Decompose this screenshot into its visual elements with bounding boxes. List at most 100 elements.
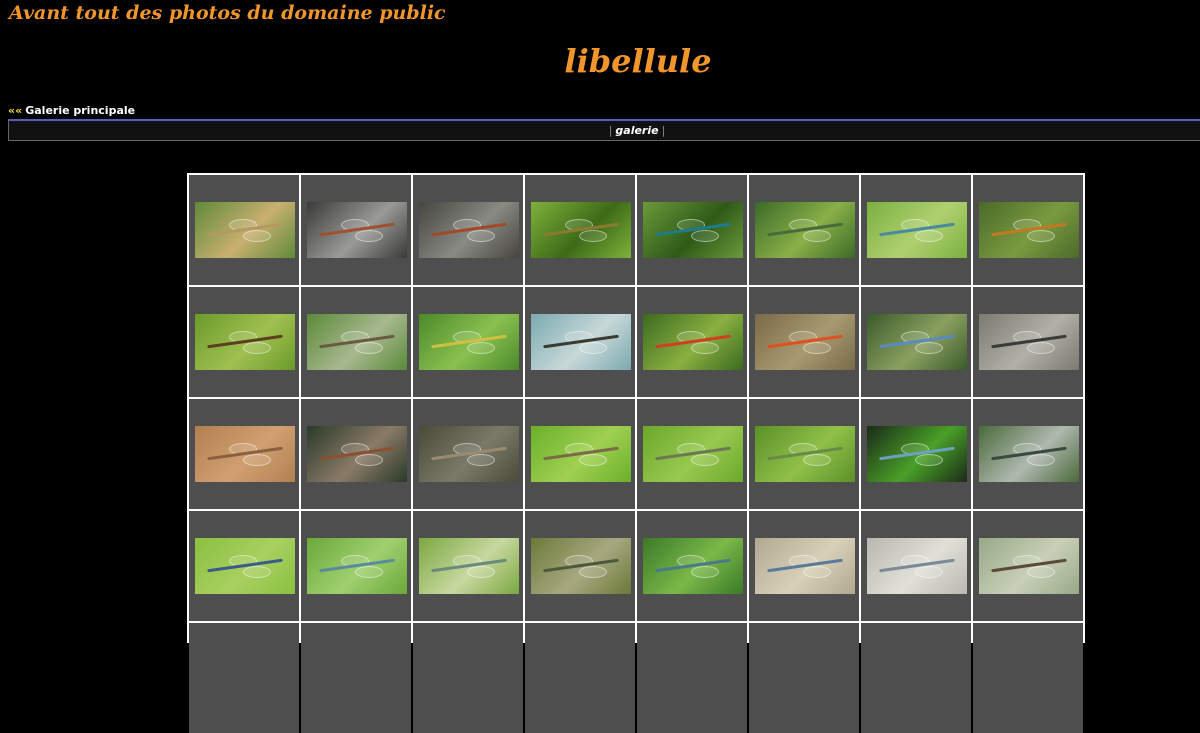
photo-thumbnail[interactable]: [307, 202, 407, 258]
photo-thumbnail[interactable]: [195, 538, 295, 594]
photo-thumbnail[interactable]: [755, 202, 855, 258]
gallery-cell: [637, 511, 747, 621]
dragonfly-wing-shape: [691, 454, 719, 466]
photo-thumbnail[interactable]: [195, 426, 295, 482]
photo-thumbnail[interactable]: [419, 426, 519, 482]
photo-thumbnail[interactable]: [979, 538, 1079, 594]
photo-thumbnail[interactable]: [979, 426, 1079, 482]
gallery-cell: [861, 511, 971, 621]
photo-thumbnail[interactable]: [307, 314, 407, 370]
dragonfly-wing-shape: [691, 566, 719, 578]
gallery-cell: [973, 511, 1083, 621]
dragonfly-wing-shape: [579, 566, 607, 578]
gallery-cell: [861, 399, 971, 509]
photo-thumbnail[interactable]: [531, 314, 631, 370]
dragonfly-wing-shape: [803, 566, 831, 578]
breadcrumb-separator: |: [661, 124, 666, 137]
dragonfly-wing-shape: [355, 566, 383, 578]
dragonfly-wing-shape: [579, 454, 607, 466]
gallery-cell: [301, 287, 411, 397]
gallery-cell: [301, 175, 411, 285]
gallery-cell: [525, 399, 635, 509]
photo-thumbnail[interactable]: [307, 426, 407, 482]
photo-thumbnail[interactable]: [531, 538, 631, 594]
gallery-cell: [525, 287, 635, 397]
photo-thumbnail[interactable]: [643, 314, 743, 370]
dragonfly-wing-shape: [691, 230, 719, 242]
dragonfly-wing-shape: [915, 454, 943, 466]
photo-thumbnail[interactable]: [419, 314, 519, 370]
photo-thumbnail[interactable]: [643, 426, 743, 482]
photo-thumbnail[interactable]: [755, 314, 855, 370]
dragonfly-wing-shape: [467, 342, 495, 354]
dragonfly-wing-shape: [243, 454, 271, 466]
photo-thumbnail[interactable]: [643, 202, 743, 258]
photo-thumbnail[interactable]: [755, 538, 855, 594]
dragonfly-wing-shape: [1027, 454, 1055, 466]
gallery-cell: [861, 287, 971, 397]
photo-thumbnail[interactable]: [867, 426, 967, 482]
gallery-cell: [189, 511, 299, 621]
photo-thumbnail[interactable]: [419, 538, 519, 594]
dragonfly-wing-shape: [1027, 342, 1055, 354]
gallery-cell: [973, 399, 1083, 509]
dragonfly-wing-shape: [579, 230, 607, 242]
gallery-cell: [301, 623, 411, 733]
gallery-cell: [525, 623, 635, 733]
gallery-cell: [749, 623, 859, 733]
dragonfly-wing-shape: [243, 230, 271, 242]
gallery-cell: [189, 623, 299, 733]
gallery-cell: [413, 287, 523, 397]
dragonfly-wing-shape: [915, 342, 943, 354]
dragonfly-wing-shape: [243, 342, 271, 354]
dragonfly-wing-shape: [467, 454, 495, 466]
gallery-cell: [189, 175, 299, 285]
dragonfly-wing-shape: [243, 566, 271, 578]
dragonfly-wing-shape: [355, 342, 383, 354]
gallery-cell: [413, 511, 523, 621]
photo-thumbnail[interactable]: [979, 202, 1079, 258]
photo-thumbnail[interactable]: [307, 538, 407, 594]
site-title: Avant tout des photos du domaine public: [9, 2, 446, 24]
double-left-arrow-icon: ««: [8, 104, 23, 117]
gallery-cell: [749, 399, 859, 509]
gallery-cell: [301, 399, 411, 509]
photo-thumbnail[interactable]: [419, 202, 519, 258]
dragonfly-wing-shape: [691, 342, 719, 354]
photo-thumbnail[interactable]: [195, 202, 295, 258]
back-to-main-gallery-link[interactable]: «« Galerie principale: [8, 104, 135, 117]
dragonfly-wing-shape: [803, 342, 831, 354]
gallery-cell: [973, 287, 1083, 397]
dragonfly-wing-shape: [1027, 230, 1055, 242]
breadcrumb-current: galerie: [615, 124, 659, 137]
photo-thumbnail[interactable]: [531, 202, 631, 258]
gallery-cell: [861, 175, 971, 285]
gallery-cell: [189, 287, 299, 397]
gallery-cell: [973, 623, 1083, 733]
gallery-cell: [413, 175, 523, 285]
photo-thumbnail[interactable]: [531, 426, 631, 482]
photo-thumbnail[interactable]: [867, 538, 967, 594]
photo-thumbnail[interactable]: [979, 314, 1079, 370]
photo-thumbnail[interactable]: [195, 314, 295, 370]
gallery-cell: [413, 623, 523, 733]
photo-thumbnail[interactable]: [867, 202, 967, 258]
gallery-cell: [637, 399, 747, 509]
gallery-cell: [749, 511, 859, 621]
photo-thumbnail[interactable]: [755, 426, 855, 482]
gallery-cell: [525, 175, 635, 285]
gallery-cell: [301, 511, 411, 621]
dragonfly-wing-shape: [467, 566, 495, 578]
gallery-cell: [973, 175, 1083, 285]
dragonfly-wing-shape: [579, 342, 607, 354]
dragonfly-wing-shape: [803, 230, 831, 242]
dragonfly-wing-shape: [355, 454, 383, 466]
dragonfly-wing-shape: [803, 454, 831, 466]
breadcrumb: | galerie |: [9, 124, 1200, 137]
gallery-cell: [749, 287, 859, 397]
gallery-cell: [525, 511, 635, 621]
thumbnail-grid: [187, 173, 1085, 733]
dragonfly-wing-shape: [355, 230, 383, 242]
photo-thumbnail[interactable]: [867, 314, 967, 370]
photo-thumbnail[interactable]: [643, 538, 743, 594]
